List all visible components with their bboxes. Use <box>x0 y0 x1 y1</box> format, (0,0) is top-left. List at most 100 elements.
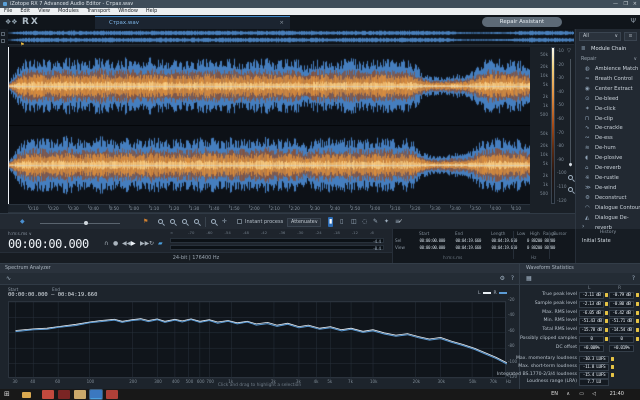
module-item-dialogue-contour[interactable]: ◠Dialogue Contour <box>576 203 640 213</box>
menu-view[interactable]: View <box>34 8 54 15</box>
select-brush-icon[interactable]: ✎ <box>372 217 379 227</box>
module-item-ambience-match[interactable]: ◍Ambience Match <box>576 64 640 74</box>
taskbar-app-rx[interactable] <box>90 390 102 399</box>
help-icon[interactable]: ? <box>632 275 635 282</box>
zoom-out-icon[interactable] <box>158 219 163 224</box>
zoom-selection-icon[interactable] <box>182 219 187 224</box>
module-item-de-hum[interactable]: ≋De-hum <box>576 143 640 153</box>
gear-icon[interactable]: ⚙ <box>500 275 505 282</box>
history-item[interactable]: Initial State <box>582 238 611 244</box>
module-item-de-ess[interactable]: ∾De-ess <box>576 133 640 143</box>
select-magic-wand-icon[interactable]: ✦ <box>383 217 390 227</box>
zoom-in-icon[interactable] <box>170 219 175 224</box>
channel-toggle-icon[interactable] <box>1 39 5 43</box>
taskbar-app-3[interactable] <box>74 390 86 399</box>
module-filter-dropdown[interactable]: All ∨ <box>579 32 621 41</box>
module-item-dialogue-de-reverb[interactable]: ◭Dialogue De-reverb <box>576 213 640 223</box>
instant-process-checkbox[interactable] <box>237 219 242 224</box>
tray-chevron-icon[interactable]: ∧ <box>566 389 570 400</box>
record-button[interactable]: ● <box>113 240 118 247</box>
more-modules-indicator[interactable]: › <box>582 223 584 230</box>
channel-toggle-icon[interactable] <box>1 32 5 36</box>
module-item-deconstruct[interactable]: ⚙Deconstruct <box>576 193 640 203</box>
taskbar-app-1[interactable] <box>42 390 54 399</box>
spectrum-window-header[interactable]: Spectrum Analyzer <box>0 264 519 273</box>
module-item-de-bleed[interactable]: ⊙De-bleed <box>576 94 640 104</box>
module-item-breath-control[interactable]: ≈Breath Control <box>576 74 640 84</box>
marker-tool-icon[interactable]: ⚑ <box>143 217 148 227</box>
zoom-slider-track[interactable] <box>570 59 571 167</box>
module-item-center-extract[interactable]: ◉Center Extract <box>576 84 640 94</box>
start-button[interactable]: ⊞ <box>4 389 10 400</box>
title-bar[interactable]: iZotope RX 7 Advanced Audio Editor - Стр… <box>0 0 640 8</box>
module-item-de-click[interactable]: ✶De-click <box>576 104 640 114</box>
pan-hand-icon[interactable]: ✛ <box>222 217 227 227</box>
spectrum-graph[interactable] <box>8 301 506 378</box>
grabber-icon[interactable]: ◆ <box>20 217 25 227</box>
display-tray-icon[interactable]: ▭ <box>579 389 584 400</box>
language-indicator[interactable]: EN <box>551 389 558 400</box>
taskbar-app-5[interactable] <box>106 390 118 399</box>
overview-zoom-slider-track[interactable] <box>40 223 120 224</box>
previous-button[interactable]: ◀◀ <box>122 240 131 247</box>
process-mode-dropdown[interactable]: Attenuate ∨ <box>287 218 321 227</box>
stats-grid-icon[interactable]: ▦ <box>526 275 532 282</box>
next-button[interactable]: ▶▶ <box>140 240 149 247</box>
minimize-button[interactable]: — <box>613 0 618 8</box>
select-frequency-icon[interactable]: ◫ <box>350 217 358 227</box>
menu-edit[interactable]: Edit <box>16 8 34 15</box>
overview-zoom-slider-thumb[interactable] <box>84 221 88 225</box>
time-ruler[interactable]: 0:100:200:300:400:501:001:101:201:301:40… <box>8 204 530 213</box>
spectrum-icon[interactable]: ∿ <box>6 275 11 282</box>
close-button[interactable]: × <box>633 0 637 8</box>
maximize-button[interactable]: ❐ <box>624 0 628 8</box>
menu-transport[interactable]: Transport <box>83 8 114 15</box>
menu-window[interactable]: Window <box>114 8 142 15</box>
menu-help[interactable]: Help <box>142 8 161 15</box>
level-meter[interactable]: ∞-70-60-54-48-42-36-30-24-18-12-6 -4.4 -… <box>170 230 388 251</box>
repair-section-header[interactable]: Repair ∨ <box>576 55 640 64</box>
zoom-slider-thumb[interactable] <box>569 163 572 166</box>
module-item-de-plosive[interactable]: ◖De-plosive <box>576 153 640 163</box>
playhead-cursor[interactable] <box>8 47 9 204</box>
magnify-tool-icon[interactable] <box>211 219 216 224</box>
zoom-fit-icon[interactable] <box>194 219 199 224</box>
module-item-de-wind[interactable]: ≫De-wind <box>576 183 640 193</box>
rx7-window: iZotope RX 7 Advanced Audio Editor - Стр… <box>0 0 640 400</box>
module-chain-item[interactable]: ≣ Module Chain <box>576 44 640 54</box>
time-format-dropdown[interactable]: h:m:s.ms ∨ <box>8 231 32 236</box>
module-item-de-crackle[interactable]: ∿De-crackle <box>576 123 640 133</box>
waveform-channel-right[interactable] <box>8 126 530 204</box>
select-time-icon[interactable]: ▮ <box>328 217 333 227</box>
menu-modules[interactable]: Modules <box>54 8 83 15</box>
filter-icon[interactable]: ▽ <box>567 48 571 54</box>
clip-gain-button[interactable]: ▰ <box>158 240 163 247</box>
zoom-out-vertical-icon[interactable] <box>568 187 573 192</box>
stats-window-header[interactable]: Waveform Statistics <box>520 264 640 273</box>
monitor-button[interactable]: ∩ <box>104 240 108 247</box>
file-explorer-icon[interactable] <box>22 392 31 398</box>
zoom-in-vertical-icon[interactable] <box>568 175 573 180</box>
file-tab[interactable]: Страх.wav × <box>95 16 290 29</box>
module-menu-button[interactable]: ≡ <box>624 32 637 41</box>
menu-file[interactable]: File <box>0 8 16 15</box>
tuning-fork-icon[interactable]: Ψ <box>630 17 636 25</box>
volume-tray-icon[interactable]: ◁ <box>592 389 596 400</box>
module-item-de-rustle[interactable]: ※De-rustle <box>576 173 640 183</box>
module-item-de-clip[interactable]: ⊓De-clip <box>576 114 640 124</box>
select-lasso-icon[interactable]: ◌ <box>361 217 368 227</box>
play-button[interactable]: ▶ <box>131 240 136 247</box>
overview-waveform[interactable] <box>8 29 574 45</box>
selection-time-value: 00:00:00.000 <box>411 245 445 250</box>
module-item-de-reverb[interactable]: ⌂De-reverb <box>576 163 640 173</box>
select-time-frequency-icon[interactable]: ▯ <box>339 217 344 227</box>
selection-freq-value: 88200 <box>530 245 542 250</box>
repair-assistant-button[interactable]: Repair Assistant <box>482 17 562 27</box>
loop-button[interactable]: ↻ <box>149 240 154 247</box>
freq-axis-label: 20k <box>531 64 548 69</box>
waveform-channel-left[interactable] <box>8 47 530 125</box>
taskbar-app-2[interactable] <box>58 390 70 399</box>
commit-check-icon[interactable]: ✓ <box>398 217 403 227</box>
db-tick-label: -20 <box>508 297 515 302</box>
help-icon[interactable]: ? <box>511 275 514 282</box>
